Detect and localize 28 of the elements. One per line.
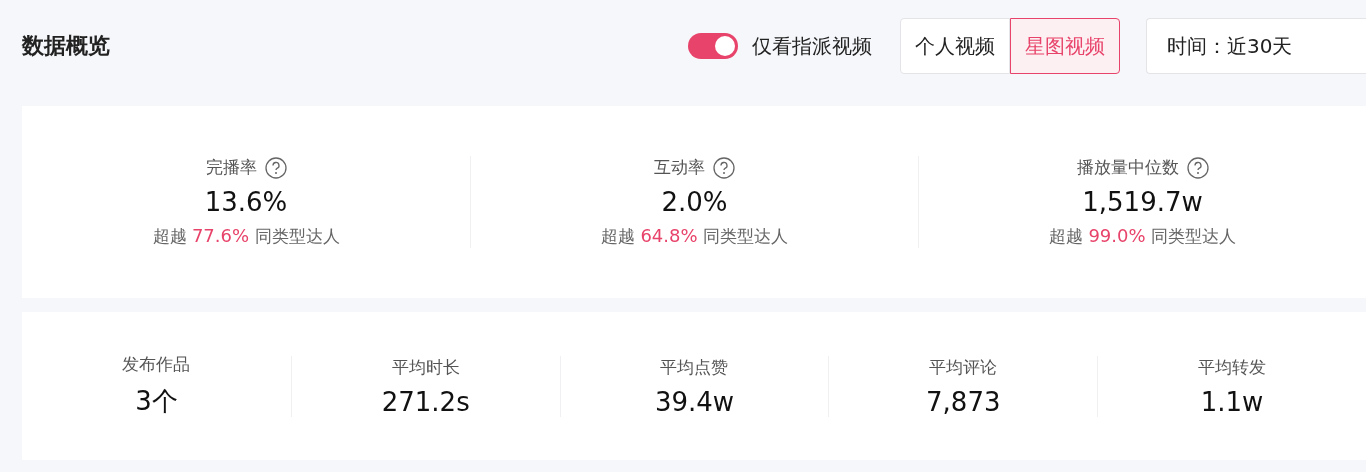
stat-value: 3个 [135, 385, 178, 418]
metric-label: 完播率 [205, 156, 257, 179]
stat-value: 39.4w [654, 386, 735, 417]
section-title: 数据概览 [22, 32, 111, 60]
metric-label: 互动率 [654, 156, 705, 179]
help-icon[interactable] [1186, 156, 1209, 179]
metric-value: 1,519.7w [1082, 187, 1203, 217]
stat-label: 平均时长 [391, 355, 460, 379]
stat-value: 1.1w [1200, 386, 1264, 417]
toggle-switch[interactable] [688, 33, 738, 59]
metric-value: 13.6% [204, 187, 288, 217]
metric-value: 2.0% [661, 187, 728, 217]
stat-label: 发布作品 [122, 353, 191, 376]
stat-label: 平均转发 [1198, 355, 1267, 379]
help-icon[interactable] [713, 156, 735, 179]
time-select[interactable]: 时间：近30天 [1146, 18, 1366, 74]
stat-label: 平均点赞 [660, 355, 729, 379]
metric-label: 播放量中位数 [1076, 156, 1179, 179]
stat-value: 271.2s [381, 386, 470, 417]
video-tab[interactable]: 星图视频 [1010, 18, 1120, 74]
video-tab[interactable]: 个人视频 [900, 18, 1010, 74]
stat-value: 7,873 [926, 386, 1001, 417]
comparison-text: 超越 99.0% 同类型达人 [1049, 225, 1236, 248]
help-icon[interactable] [264, 156, 287, 179]
comparison-text: 超越 77.6% 同类型达人 [152, 225, 340, 248]
comparison-text: 超越 64.8% 同类型达人 [601, 225, 788, 248]
toggle-label: 仅看指派视频 [752, 32, 872, 60]
stat-label: 平均评论 [929, 355, 998, 379]
